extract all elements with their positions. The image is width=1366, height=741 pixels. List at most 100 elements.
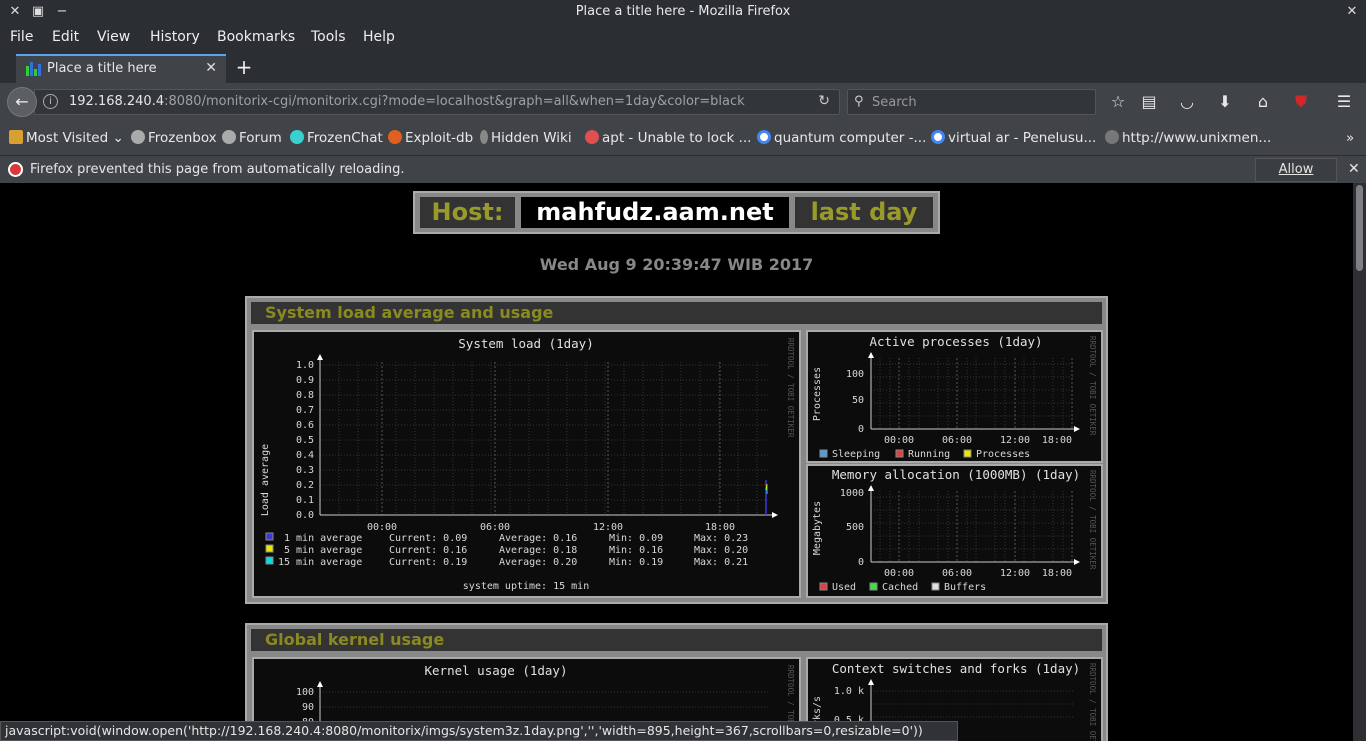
grid-major: [898, 358, 1073, 429]
host-name: mahfudz.aam.net: [521, 197, 789, 228]
bookmark-virtual-ar[interactable]: virtual ar - Penelusu...: [931, 130, 1096, 146]
window-title: Place a title here - Mozilla Firefox: [575, 4, 791, 19]
home-icon[interactable]: ⌂: [1252, 91, 1274, 113]
active-processes-graph[interactable]: Active processes (1day) Processes 100 50…: [806, 330, 1103, 463]
legend-row-5min: 5 min average Current: 0.16 Average: 0.1…: [265, 544, 748, 556]
y-axis-arrow: [868, 679, 874, 685]
y-tick-label: 500: [846, 522, 864, 533]
bookmark-star-icon[interactable]: ☆: [1107, 91, 1129, 113]
menu-file[interactable]: File: [10, 29, 33, 45]
x-tick-label: 06:00: [942, 568, 972, 579]
svg-text:0.6: 0.6: [296, 420, 314, 431]
x-tick-label: 18:00: [1042, 568, 1072, 579]
reading-list-icon[interactable]: ▤: [1138, 91, 1160, 113]
allow-button[interactable]: Allow: [1255, 158, 1337, 182]
legend-swatch-sleeping: [819, 449, 828, 458]
legend-min: Min: 0.09: [609, 533, 663, 544]
system-load-graph[interactable]: System load (1day) Load average 1.0 0.9 …: [252, 330, 801, 598]
x-axis-arrow: [1074, 559, 1080, 565]
tab-close-icon[interactable]: ✕: [205, 60, 217, 76]
y-tick-label: 1.0 k: [834, 686, 864, 697]
reload-icon[interactable]: ↻: [818, 93, 830, 109]
load-data-spike: [765, 480, 768, 515]
legend-average: Average: 0.18: [499, 545, 577, 556]
tab-active[interactable]: Place a title here ✕: [16, 54, 226, 83]
forum-icon: [222, 130, 236, 144]
bookmark-frozenchat[interactable]: FrozenChat: [290, 130, 383, 146]
legend-average: Average: 0.20: [499, 557, 577, 568]
legend-max: Max: 0.20: [694, 545, 748, 556]
search-placeholder: Search: [872, 95, 917, 110]
legend-processes: Processes: [976, 449, 1030, 460]
legend-swatch-processes: [963, 449, 972, 458]
svg-text:00:00: 00:00: [367, 522, 397, 533]
pocket-icon[interactable]: ◡: [1176, 91, 1198, 113]
rrdtool-watermark: RRDTOOL / TOBI OETIKER: [1088, 336, 1097, 436]
exploit-db-icon: [388, 130, 402, 144]
menu-tools[interactable]: Tools: [311, 29, 346, 45]
folder-icon: [9, 130, 23, 144]
page-scrollbar[interactable]: [1353, 183, 1366, 741]
site-info-icon[interactable]: i: [43, 94, 58, 109]
legend-average: Average: 0.16: [499, 533, 577, 544]
tab-title: Place a title here: [47, 61, 157, 76]
svg-text:1.0: 1.0: [296, 360, 314, 371]
y-tick-label: 0: [858, 557, 864, 568]
y-axis-arrow: [317, 681, 323, 687]
menu-edit[interactable]: Edit: [52, 29, 79, 45]
legend-swatch: [265, 544, 274, 553]
window-close-right-icon[interactable]: ✕: [1343, 3, 1361, 21]
y-axis-label: Load average: [260, 444, 271, 516]
system-uptime: system uptime: 15 min: [463, 581, 589, 592]
bookmark-forum[interactable]: Forum: [222, 130, 282, 146]
bookmarks-toolbar: Most Visited ⌄ Frozenbox Forum FrozenCha…: [0, 121, 1366, 155]
svg-text:18:00: 18:00: [705, 522, 735, 533]
page-content: Host: mahfudz.aam.net last day Wed Aug 9…: [0, 183, 1353, 741]
grid: [320, 691, 770, 723]
menu-view[interactable]: View: [97, 29, 130, 45]
legend-buffers: Buffers: [944, 582, 986, 593]
bookmark-exploit-db[interactable]: Exploit-db: [388, 130, 473, 146]
legend-cached: Cached: [882, 582, 918, 593]
frozenbox-icon: [131, 130, 145, 144]
memory-allocation-graph[interactable]: Memory allocation (1000MB) (1day) Megaby…: [806, 464, 1103, 598]
bookmark-unixmen[interactable]: http://www.unixmen...: [1105, 130, 1271, 146]
x-axis-arrow: [772, 512, 778, 518]
svg-text:0.8: 0.8: [296, 390, 314, 401]
monitorix-favicon-icon: [26, 62, 41, 76]
y-axis-label: Megabytes: [812, 501, 823, 555]
bookmark-apt[interactable]: apt - Unable to lock ...: [585, 130, 751, 146]
x-tick-label: 12:00: [1000, 568, 1030, 579]
y-tick-label: 100: [846, 369, 864, 380]
bookmark-frozenbox[interactable]: Frozenbox: [131, 130, 217, 146]
url-bar[interactable]: i 192.168.240.4:8080/monitorix-cgi/monit…: [34, 89, 840, 115]
search-input[interactable]: ⚲ Search: [847, 89, 1096, 115]
bookmark-most-visited[interactable]: Most Visited ⌄: [9, 130, 124, 146]
legend-min: Min: 0.19: [609, 557, 663, 568]
menu-help[interactable]: Help: [363, 29, 395, 45]
scrollbar-thumb[interactable]: [1356, 185, 1363, 271]
report-datetime: Wed Aug 9 20:39:47 WIB 2017: [539, 255, 814, 274]
legend-row-15min: 15 min average Current: 0.19 Average: 0.…: [265, 556, 748, 568]
downloads-icon[interactable]: ⬇: [1214, 91, 1236, 113]
ublock-icon[interactable]: ⛊: [1290, 91, 1312, 113]
bookmark-hidden-wiki[interactable]: Hidden Wiki: [480, 130, 572, 146]
grid: [871, 358, 1073, 429]
legend-running: Running: [908, 449, 950, 460]
svg-text:0.0: 0.0: [296, 510, 314, 521]
new-tab-icon[interactable]: +: [234, 56, 254, 78]
back-button-icon[interactable]: ←: [7, 87, 37, 117]
menu-bookmarks[interactable]: Bookmarks: [217, 29, 295, 45]
legend-current: Current: 0.09: [389, 533, 467, 544]
svg-text:0.3: 0.3: [296, 465, 314, 476]
legend-swatch-buffers: [931, 582, 940, 591]
bookmarks-overflow-icon[interactable]: »: [1346, 130, 1354, 146]
hamburger-menu-icon[interactable]: ☰: [1333, 91, 1355, 113]
notification-close-icon[interactable]: ✕: [1348, 161, 1360, 177]
host-label: Host:: [420, 197, 515, 228]
x-tick-label: 00:00: [884, 568, 914, 579]
menu-history[interactable]: History: [150, 29, 200, 45]
legend-swatch: [265, 532, 274, 541]
legend-max: Max: 0.23: [694, 533, 748, 544]
bookmark-quantum[interactable]: quantum computer -...: [757, 130, 926, 146]
